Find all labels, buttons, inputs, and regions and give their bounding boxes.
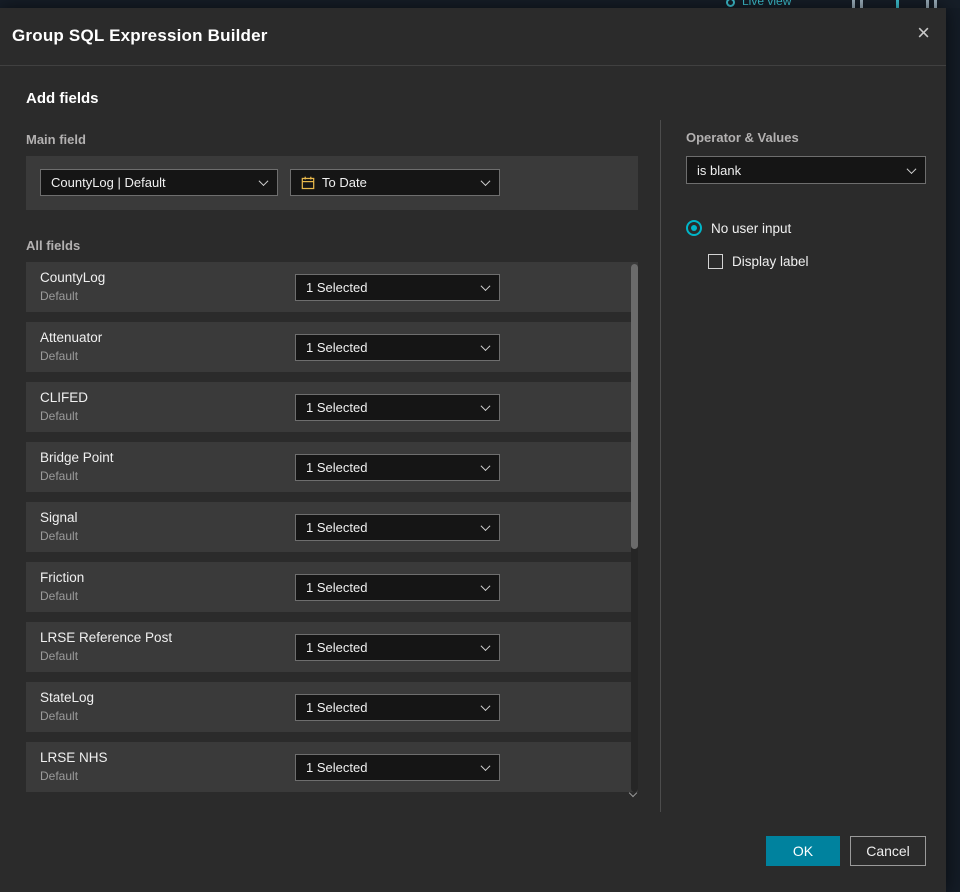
chevron-down-icon bbox=[480, 761, 491, 772]
field-row: StateLog Default 1 Selected bbox=[26, 682, 638, 732]
backdrop-icon bbox=[926, 0, 929, 8]
field-sublabel: Default bbox=[40, 409, 79, 423]
live-view-label: Live view bbox=[742, 0, 792, 8]
chevron-down-icon bbox=[480, 341, 491, 352]
checkbox-unchecked-icon bbox=[708, 254, 723, 269]
add-fields-heading: Add fields bbox=[26, 90, 99, 107]
field-selected-dropdown[interactable]: 1 Selected bbox=[295, 394, 500, 421]
field-selected-value: 1 Selected bbox=[306, 520, 368, 535]
chevron-down-icon bbox=[480, 641, 491, 652]
field-selected-value: 1 Selected bbox=[306, 700, 368, 715]
field-row: Bridge Point Default 1 Selected bbox=[26, 442, 638, 492]
chevron-down-icon bbox=[480, 176, 491, 187]
backdrop-icon bbox=[934, 0, 937, 8]
date-option-select[interactable]: To Date bbox=[290, 169, 500, 196]
field-sublabel: Default bbox=[40, 529, 79, 543]
chevron-down-icon bbox=[480, 701, 491, 712]
field-sublabel: Default bbox=[40, 769, 79, 783]
calendar-icon bbox=[301, 176, 315, 190]
field-selected-dropdown[interactable]: 1 Selected bbox=[295, 454, 500, 481]
field-sublabel: Default bbox=[40, 709, 79, 723]
no-user-input-label: No user input bbox=[711, 220, 792, 236]
main-field-label: Main field bbox=[26, 132, 86, 147]
vertical-divider bbox=[660, 120, 661, 812]
main-field-select-value: CountyLog | Default bbox=[51, 175, 166, 190]
field-sublabel: Default bbox=[40, 589, 79, 603]
field-selected-dropdown[interactable]: 1 Selected bbox=[295, 514, 500, 541]
field-selected-dropdown[interactable]: 1 Selected bbox=[295, 574, 500, 601]
field-name: CLIFED bbox=[40, 390, 89, 405]
field-name: StateLog bbox=[40, 690, 95, 705]
field-sublabel: Default bbox=[40, 289, 79, 303]
field-name: LRSE NHS bbox=[40, 750, 108, 765]
fields-scrollbar-track[interactable] bbox=[628, 264, 638, 798]
field-selected-value: 1 Selected bbox=[306, 280, 368, 295]
dialog-title: Group SQL Expression Builder bbox=[12, 26, 268, 45]
field-selected-value: 1 Selected bbox=[306, 400, 368, 415]
operator-values-label: Operator & Values bbox=[686, 130, 799, 145]
all-fields-list: CountyLog Default 1 Selected Attenuator … bbox=[26, 262, 638, 792]
field-selected-dropdown[interactable]: 1 Selected bbox=[295, 754, 500, 781]
chevron-down-icon bbox=[906, 163, 917, 174]
no-user-input-radio[interactable]: No user input bbox=[686, 220, 791, 236]
display-label-checkbox[interactable]: Display label bbox=[708, 254, 809, 269]
main-field-select[interactable]: CountyLog | Default bbox=[40, 169, 278, 196]
chevron-down-icon bbox=[480, 281, 491, 292]
field-selected-dropdown[interactable]: 1 Selected bbox=[295, 274, 500, 301]
field-name: Bridge Point bbox=[40, 450, 114, 465]
group-sql-expression-builder-dialog: Group SQL Expression Builder × Add field… bbox=[0, 8, 946, 892]
field-selected-value: 1 Selected bbox=[306, 580, 368, 595]
field-selected-dropdown[interactable]: 1 Selected bbox=[295, 334, 500, 361]
chevron-down-icon bbox=[258, 176, 269, 187]
date-option-select-value: To Date bbox=[322, 175, 367, 190]
field-selected-value: 1 Selected bbox=[306, 760, 368, 775]
field-sublabel: Default bbox=[40, 349, 79, 363]
field-row: LRSE Reference Post Default 1 Selected bbox=[26, 622, 638, 672]
main-field-panel: CountyLog | Default To Date bbox=[26, 156, 638, 210]
chevron-down-icon bbox=[480, 521, 491, 532]
field-selected-value: 1 Selected bbox=[306, 640, 368, 655]
backdrop-app-bar: Live view bbox=[0, 0, 960, 8]
operator-select-value: is blank bbox=[697, 162, 742, 178]
field-selected-dropdown[interactable]: 1 Selected bbox=[295, 694, 500, 721]
operator-select[interactable]: is blank bbox=[686, 156, 926, 184]
dialog-header: Group SQL Expression Builder × bbox=[0, 8, 946, 66]
chevron-down-icon bbox=[480, 401, 491, 412]
field-selected-value: 1 Selected bbox=[306, 340, 368, 355]
backdrop-icon bbox=[852, 0, 855, 8]
display-label-label: Display label bbox=[732, 254, 809, 269]
field-name: LRSE Reference Post bbox=[40, 630, 173, 645]
close-icon[interactable]: × bbox=[917, 22, 930, 44]
field-sublabel: Default bbox=[40, 649, 79, 663]
radio-selected-icon bbox=[686, 220, 702, 236]
chevron-down-icon bbox=[480, 581, 491, 592]
ok-button[interactable]: OK bbox=[766, 836, 840, 866]
field-selected-dropdown[interactable]: 1 Selected bbox=[295, 634, 500, 661]
backdrop-icon bbox=[860, 0, 863, 8]
field-selected-value: 1 Selected bbox=[306, 460, 368, 475]
field-row: LRSE NHS Default 1 Selected bbox=[26, 742, 638, 792]
field-row: Signal Default 1 Selected bbox=[26, 502, 638, 552]
field-name: Signal bbox=[40, 510, 78, 525]
field-name: Friction bbox=[40, 570, 85, 585]
chevron-down-icon bbox=[480, 461, 491, 472]
field-name: CountyLog bbox=[40, 270, 106, 285]
all-fields-label: All fields bbox=[26, 238, 81, 253]
field-row: Attenuator Default 1 Selected bbox=[26, 322, 638, 372]
backdrop-right-strip bbox=[946, 8, 960, 892]
field-row: CountyLog Default 1 Selected bbox=[26, 262, 638, 312]
field-row: CLIFED Default 1 Selected bbox=[26, 382, 638, 432]
fields-scrollbar-thumb[interactable] bbox=[631, 264, 638, 549]
live-view-toggle-icon bbox=[726, 0, 735, 7]
field-row: Friction Default 1 Selected bbox=[26, 562, 638, 612]
field-sublabel: Default bbox=[40, 469, 79, 483]
field-name: Attenuator bbox=[40, 330, 103, 345]
backdrop-icon bbox=[896, 0, 899, 8]
scroll-down-icon[interactable] bbox=[628, 788, 638, 798]
cancel-button[interactable]: Cancel bbox=[850, 836, 926, 866]
